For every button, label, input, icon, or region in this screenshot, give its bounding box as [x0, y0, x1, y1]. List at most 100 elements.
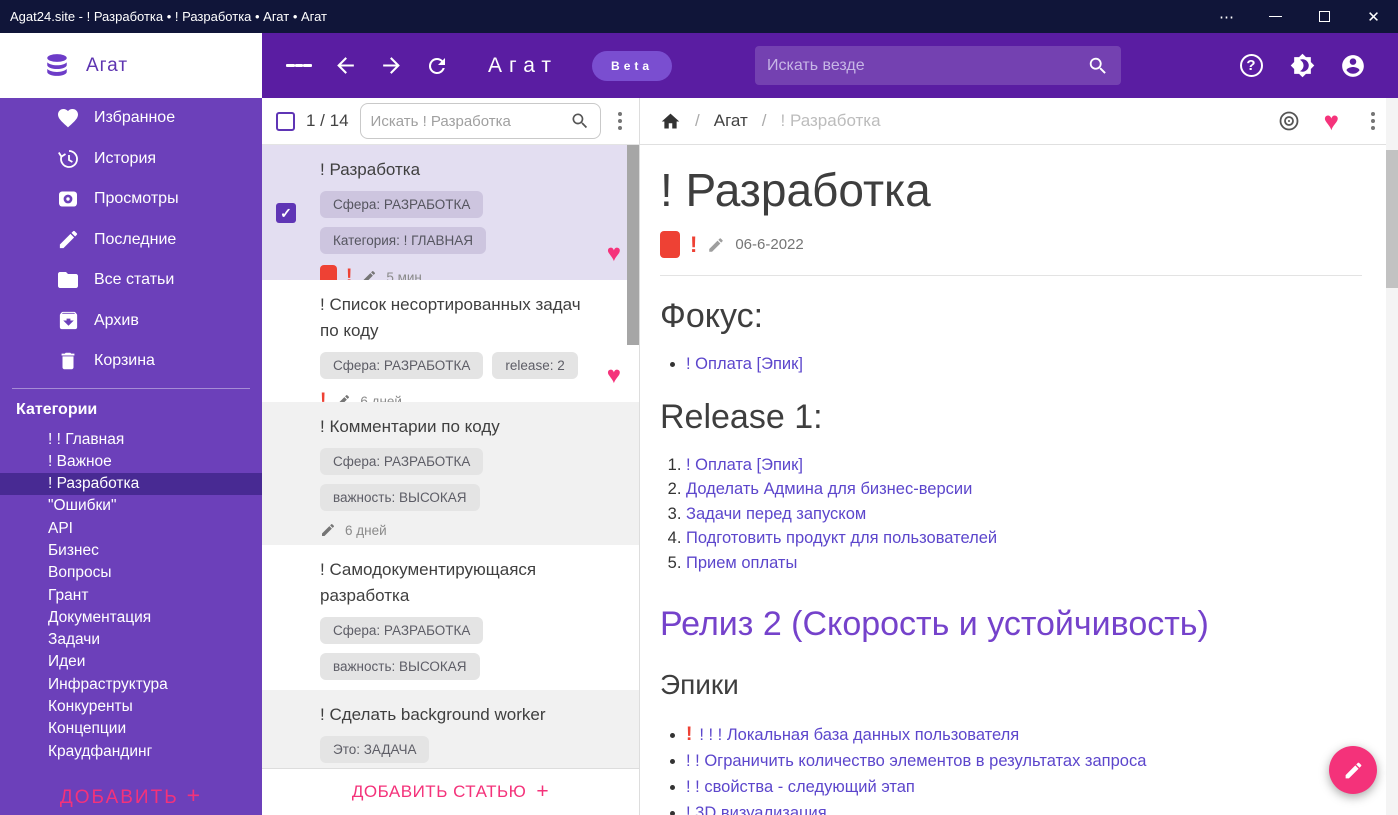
- category-item[interactable]: Задачи: [0, 629, 262, 651]
- app-header: Агат Агат Beta ?: [0, 33, 1398, 98]
- window-minimize-button[interactable]: [1251, 0, 1300, 33]
- arrow-left-icon: [336, 57, 354, 74]
- category-item[interactable]: API: [0, 518, 262, 540]
- list-item[interactable]: ! Сделать background worker Это: ЗАДАЧА …: [262, 690, 639, 768]
- article-link[interactable]: Прием оплаты: [686, 554, 797, 572]
- red-flag-icon: [660, 231, 680, 258]
- menu-button[interactable]: [286, 53, 313, 79]
- breadcrumb-root[interactable]: Агат: [714, 111, 748, 131]
- red-exclamation: !: [346, 266, 353, 280]
- list-bullet: Доделать Админа для бизнес-версии: [686, 477, 1362, 502]
- category-item[interactable]: Инфраструктура: [0, 674, 262, 696]
- theme-toggle-button[interactable]: [1289, 53, 1315, 79]
- history-icon: [55, 146, 81, 172]
- article-link[interactable]: Задачи перед запуском: [686, 505, 866, 523]
- watch-eye-icon[interactable]: [1277, 109, 1301, 133]
- favorite-heart-icon[interactable]: ♥: [607, 364, 621, 388]
- select-all-checkbox[interactable]: [276, 111, 295, 131]
- home-icon[interactable]: [660, 111, 681, 132]
- category-item[interactable]: Бизнес: [0, 540, 262, 562]
- refresh-button[interactable]: [424, 53, 450, 79]
- list-scrollbar-thumb[interactable]: [627, 145, 639, 345]
- tag-pill: важность: ВЫСОКАЯ: [320, 484, 480, 511]
- favorite-heart-icon[interactable]: ♥: [1324, 108, 1339, 134]
- item-title: ! Самодокументирующаяся разработка: [320, 560, 537, 605]
- item-meta: 6 дней: [320, 522, 595, 538]
- article-link[interactable]: ! ! свойства - следующий этап: [686, 778, 915, 796]
- help-button[interactable]: ?: [1238, 53, 1264, 79]
- article-list: ✓ ! Разработка Сфера: РАЗРАБОТКА Категор…: [262, 145, 639, 768]
- breadcrumb-current: ! Разработка: [780, 111, 881, 130]
- sidebar-item-favorites[interactable]: Избранное: [0, 98, 262, 139]
- category-item[interactable]: Документация: [0, 607, 262, 629]
- pencil-icon: [322, 523, 335, 536]
- item-edited: 5 мин.: [386, 269, 426, 281]
- window-titlebar: Agat24.site - ! Разработка • ! Разработк…: [0, 0, 1398, 33]
- article-menu-button[interactable]: [1362, 112, 1384, 130]
- sidebar-item-trash[interactable]: Корзина: [0, 341, 262, 382]
- app-logo[interactable]: Агат: [0, 33, 262, 98]
- category-item[interactable]: Краудфандинг: [0, 741, 262, 763]
- breadcrumb-separator: /: [695, 111, 700, 130]
- article-link[interactable]: ! Оплата [Эпик]: [686, 456, 803, 474]
- window-close-button[interactable]: ✕: [1349, 0, 1398, 33]
- item-meta: ! 6 дней: [320, 390, 595, 402]
- category-item-selected[interactable]: ! Разработка: [0, 473, 262, 496]
- edit-fab-button[interactable]: [1329, 746, 1377, 794]
- list-bullet: Подготовить продукт для пользователей: [686, 526, 1362, 551]
- sidebar-item-recent[interactable]: Последние: [0, 220, 262, 261]
- forward-button[interactable]: [378, 53, 404, 79]
- category-item[interactable]: Вопросы: [0, 562, 262, 584]
- article-link[interactable]: Подготовить продукт для пользователей: [686, 529, 997, 547]
- category-item[interactable]: "Ошибки": [0, 495, 262, 517]
- list-item-selected[interactable]: ✓ ! Разработка Сфера: РАЗРАБОТКА Категор…: [262, 145, 639, 280]
- window-maximize-button[interactable]: [1300, 0, 1349, 33]
- list-count: 1 / 14: [306, 111, 349, 130]
- sidebar-item-all-articles[interactable]: Все статьи: [0, 260, 262, 301]
- article-link[interactable]: Доделать Админа для бизнес-версии: [686, 480, 972, 498]
- list-item[interactable]: ! Самодокументирующаяся разработка Сфера…: [262, 545, 639, 690]
- list-search-input[interactable]: [370, 112, 570, 130]
- article-link[interactable]: ! ! ! Локальная база данных пользователя: [699, 726, 1019, 744]
- sidebar-item-label: Избранное: [94, 109, 176, 127]
- sidebar-item-views[interactable]: Просмотры: [0, 179, 262, 220]
- account-button[interactable]: [1340, 53, 1366, 79]
- category-item[interactable]: Конкуренты: [0, 696, 262, 718]
- article-link[interactable]: ! Оплата [Эпик]: [686, 355, 803, 373]
- tag-pill: важность: ВЫСОКАЯ: [320, 653, 480, 680]
- category-item[interactable]: ! Важное: [0, 451, 262, 473]
- sidebar-item-label: Последние: [94, 230, 177, 248]
- window-more-button[interactable]: ⋯: [1202, 0, 1251, 33]
- focus-heading: Фокус:: [660, 297, 764, 335]
- item-tags: Сфера: РАЗРАБОТКА важность: ВЫСОКАЯ: [320, 448, 595, 511]
- close-icon: ✕: [1367, 8, 1380, 26]
- main-columns: Избранное История Просмотры Последние Вс…: [0, 98, 1398, 815]
- item-checkbox-checked[interactable]: ✓: [276, 203, 296, 223]
- epics-heading: Эпики: [660, 669, 739, 700]
- item-edited: 6 дней: [360, 393, 402, 403]
- add-article-button[interactable]: ДОБАВИТЬ СТАТЬЮ +: [262, 768, 639, 815]
- list-bullet: Задачи перед запуском: [686, 502, 1362, 527]
- window-title: Agat24.site - ! Разработка • ! Разработк…: [10, 9, 328, 24]
- sidebar-item-archive[interactable]: Архив: [0, 301, 262, 342]
- category-item[interactable]: ! ! Главная: [0, 429, 262, 451]
- maximize-icon: [1319, 11, 1330, 22]
- article-meta: ! 06-6-2022: [660, 231, 1362, 258]
- global-search-input[interactable]: [767, 56, 1087, 75]
- article-link[interactable]: ! 3D визуализация: [686, 804, 827, 815]
- back-button[interactable]: [332, 53, 358, 79]
- sidebar-item-history[interactable]: История: [0, 139, 262, 180]
- list-item[interactable]: ! Список несортированных задач по коду С…: [262, 280, 639, 402]
- category-item[interactable]: Идеи: [0, 651, 262, 673]
- list-menu-button[interactable]: [612, 112, 629, 130]
- add-category-button[interactable]: ДОБАВИТЬ +: [0, 782, 262, 809]
- list-item[interactable]: ! Комментарии по коду Сфера: РАЗРАБОТКА …: [262, 402, 639, 545]
- category-item[interactable]: Грант: [0, 585, 262, 607]
- content-scrollbar-thumb[interactable]: [1386, 150, 1398, 288]
- item-tags: Сфера: РАЗРАБОТКА release: 2: [320, 352, 595, 379]
- app-window: Agat24.site - ! Разработка • ! Разработк…: [0, 0, 1398, 815]
- category-item[interactable]: Концепции: [0, 718, 262, 740]
- favorite-heart-icon[interactable]: ♥: [607, 242, 621, 266]
- trash-icon: [55, 348, 81, 374]
- article-link[interactable]: ! ! Ограничить количество элементов в ре…: [686, 752, 1146, 770]
